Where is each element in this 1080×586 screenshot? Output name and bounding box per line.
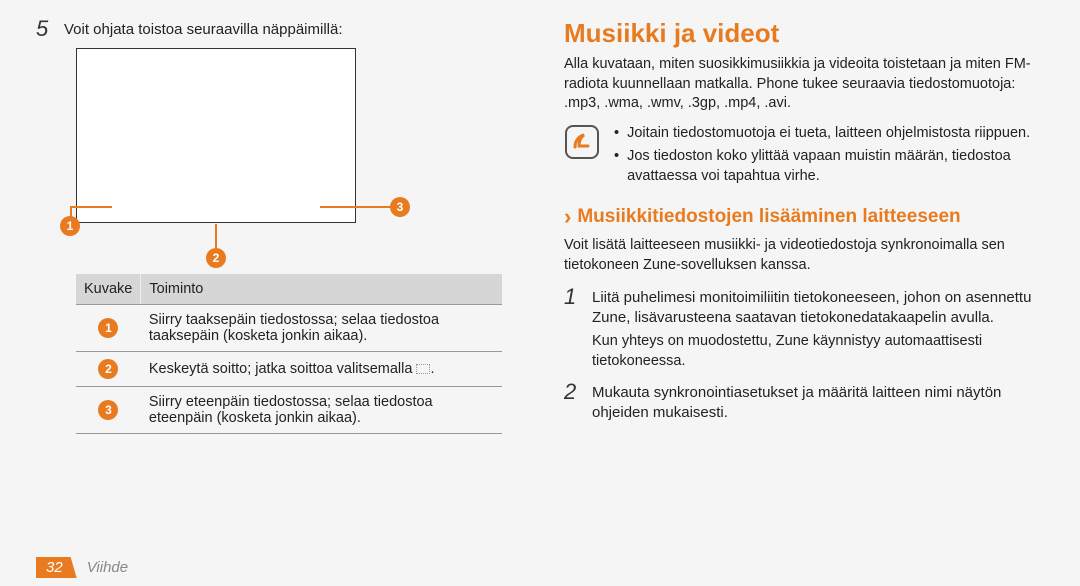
bullet-icon: • (614, 147, 619, 186)
note-block: • Joitain tiedostomuotoja ei tueta, lait… (564, 124, 1044, 191)
callout-3-icon: 3 (390, 197, 410, 217)
callout-2-icon: 2 (206, 248, 226, 268)
step-text: Voit ohjata toistoa seuraavilla näppäimi… (64, 18, 343, 40)
subsection-title: Musiikkitiedostojen lisääminen laitteese… (577, 206, 960, 228)
step-number: 2 (564, 381, 582, 403)
intro-paragraph: Alla kuvataan, miten suosikkimusiikkia j… (564, 55, 1044, 114)
th-icon: Kuvake (76, 274, 141, 305)
step-2: 2 Mukauta synkronointiasetukset ja määri… (564, 381, 1044, 424)
page-footer: 32 Viihde (36, 557, 128, 578)
subsection-heading: › Musiikkitiedostojen lisääminen laittee… (564, 204, 1044, 230)
chevron-right-icon: › (564, 204, 571, 230)
chapter-name: Viihde (87, 559, 128, 576)
table-row: 2 Keskeytä soitto; jatka soittoa valitse… (76, 352, 502, 387)
step-number: 1 (564, 286, 582, 308)
table-row: 1 Siirry taaksepäin tiedostossa; selaa t… (76, 305, 502, 352)
row2-text: Keskeytä soitto; jatka soittoa valitsema… (141, 352, 502, 387)
step-text: Mukauta synkronointiasetukset ja määritä… (592, 381, 1044, 424)
note-item: • Jos tiedoston koko ylittää vapaan muis… (614, 147, 1044, 186)
playback-diagram: 1 2 3 (76, 48, 416, 260)
th-fn: Toiminto (141, 274, 502, 305)
note-item: • Joitain tiedostomuotoja ei tueta, lait… (614, 124, 1044, 144)
note-text: Joitain tiedostomuotoja ei tueta, laitte… (627, 124, 1030, 144)
controls-table: Kuvake Toiminto 1 Siirry taaksepäin tied… (76, 274, 502, 434)
table-header-row: Kuvake Toiminto (76, 274, 502, 305)
row3-text: Siirry eteenpäin tiedostossa; selaa tied… (141, 387, 502, 434)
play-icon (416, 364, 430, 374)
note-text: Jos tiedoston koko ylittää vapaan muisti… (627, 147, 1044, 186)
page-number: 32 (36, 557, 77, 578)
step-1: 1 Liitä puhelimesi monitoimiliitin tieto… (564, 286, 1044, 329)
table-row: 3 Siirry eteenpäin tiedostossa; selaa ti… (76, 387, 502, 434)
step-text: Liitä puhelimesi monitoimiliitin tietoko… (592, 286, 1044, 329)
bullet-icon: • (614, 124, 619, 144)
step-1-cont: Kun yhteys on muodostettu, Zune käynnist… (592, 332, 1044, 371)
sub-intro: Voit lisätä laitteeseen musiikki- ja vid… (564, 236, 1044, 275)
video-area (76, 48, 356, 223)
callout-1-icon: 1 (60, 216, 80, 236)
row1-text: Siirry taaksepäin tiedostossa; selaa tie… (141, 305, 502, 352)
row-badge-3-icon: 3 (98, 400, 118, 420)
row-badge-2-icon: 2 (98, 359, 118, 379)
row-badge-1-icon: 1 (98, 318, 118, 338)
step-number: 5 (36, 18, 54, 40)
step-5: 5 Voit ohjata toistoa seuraavilla näppäi… (36, 18, 516, 40)
section-title: Musiikki ja videot (564, 18, 1044, 49)
note-icon (564, 124, 600, 160)
